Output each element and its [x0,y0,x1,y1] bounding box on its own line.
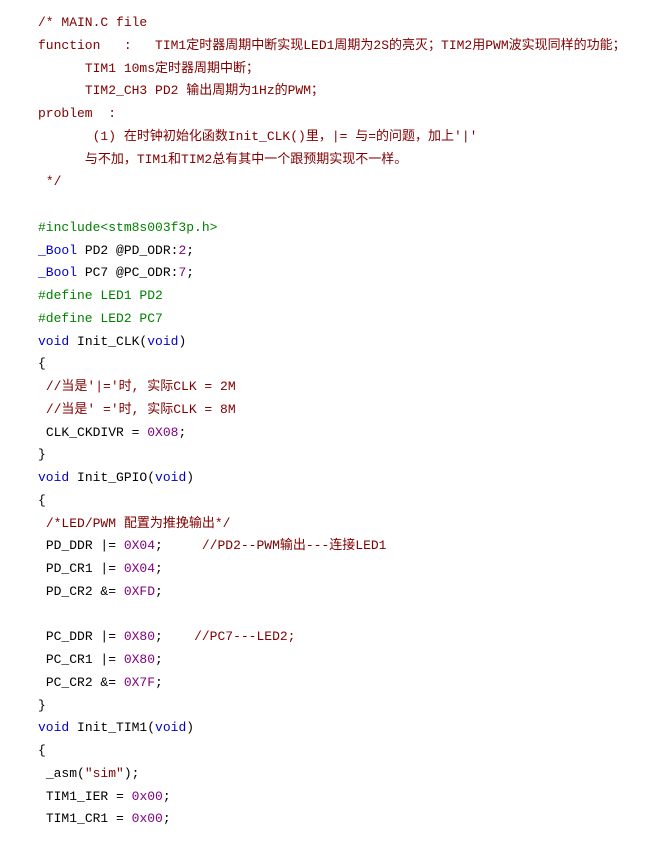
fn-decl-init-tim1: void Init_TIM1(void) [38,720,194,735]
brace: { [38,493,46,508]
comment-line: function : TIM1定时器周期中断实现LED1周期为2S的亮灭；TIM… [38,38,626,53]
brace: { [38,743,46,758]
comment-line: problem : [38,106,116,121]
code-line: CLK_CKDIVR = 0X08; [38,425,186,440]
comment-line: TIM2_CH3 PD2 输出周期为1Hz的PWM； [38,83,324,98]
brace: { [38,356,46,371]
code-line: PC_CR1 |= 0X80; [38,652,163,667]
comment-line: //当是'|='时, 实际CLK = 2M [38,379,236,394]
comment-line: 与不加，TIM1和TIM2总有其中一个跟预期实现不一样。 [38,152,407,167]
include-directive: #include<stm8s003f3p.h> [38,220,217,235]
comment-line: TIM1 10ms定时器周期中断； [38,61,259,76]
code-line: _Bool PD2 @PD_ODR:2; [38,243,194,258]
fn-decl-init-gpio: void Init_GPIO(void) [38,470,194,485]
code-line: _Bool PC7 @PC_ODR:7; [38,265,194,280]
comment-line: //当是' ='时, 实际CLK = 8M [38,402,236,417]
code-line: PC_CR2 &= 0X7F; [38,675,163,690]
code-line: TIM1_IER = 0x00; [38,789,171,804]
comment-line: /*LED/PWM 配置为推挽输出*/ [38,516,230,531]
brace: } [38,447,46,462]
comment-line: */ [38,174,61,189]
code-line: PD_CR1 |= 0X04; [38,561,163,576]
code-line: PC_DDR |= 0X80; //PC7---LED2; [38,629,295,644]
fn-decl-init-clk: void Init_CLK(void) [38,334,186,349]
code-line: _asm("sim"); [38,766,139,781]
code-line: PD_DDR |= 0X04; //PD2--PWM输出---连接LED1 [38,538,386,553]
comment-line: /* MAIN.C file [38,15,147,30]
define-directive: #define LED2 PC7 [38,311,163,326]
code-line: TIM1_CR1 = 0x00; [38,811,171,826]
comment-line: (1) 在时钟初始化函数Init_CLK()里，|= 与=的问题，加上'|' [38,129,477,144]
brace: } [38,698,46,713]
code-line: PD_CR2 &= 0XFD; [38,584,163,599]
code-block: /* MAIN.C file function : TIM1定时器周期中断实现L… [16,12,656,831]
define-directive: #define LED1 PD2 [38,288,163,303]
